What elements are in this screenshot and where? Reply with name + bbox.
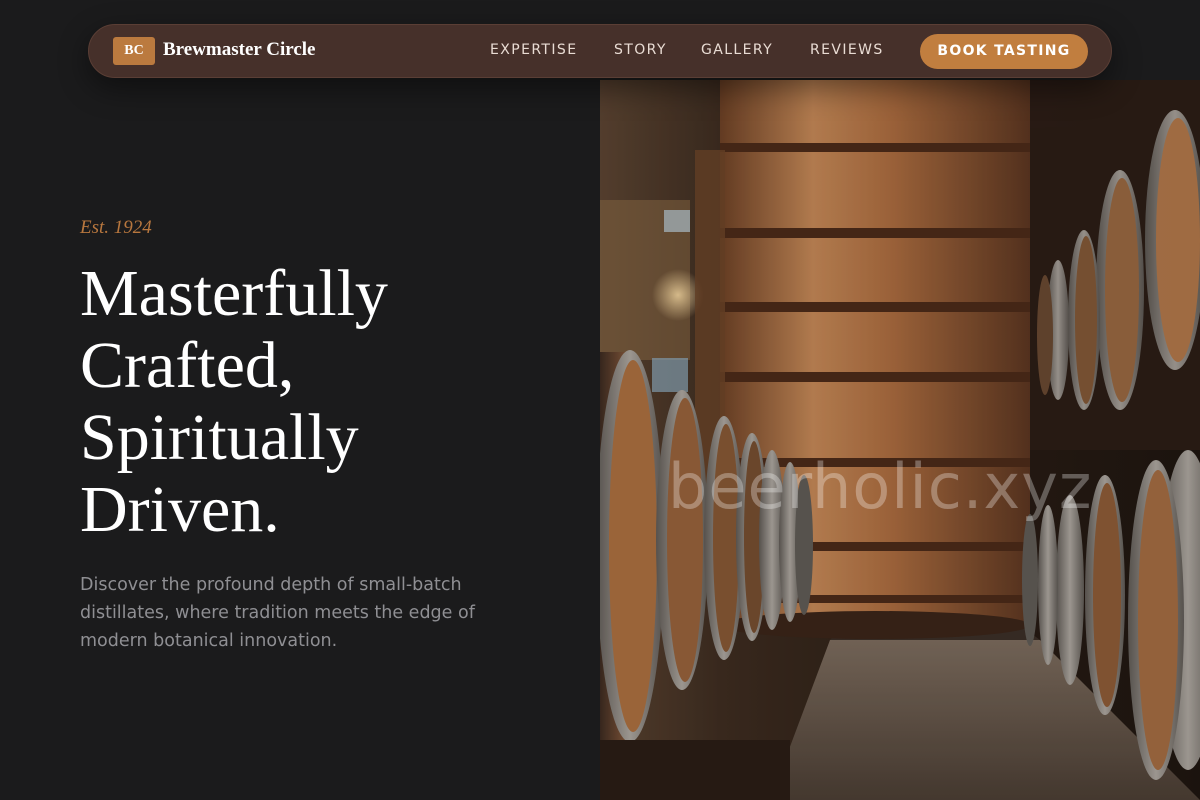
book-tasting-button[interactable]: BOOK TASTING: [920, 34, 1088, 69]
hero-description: Discover the profound depth of small-bat…: [80, 575, 475, 651]
headline-line-4: Driven.: [80, 473, 280, 546]
nav-link-reviews[interactable]: REVIEWS: [810, 42, 884, 58]
watermark-text: beerholic.xyz: [668, 450, 1093, 523]
main-navbar: BC Brewmaster Circle EXPERTISE STORY GAL…: [88, 24, 1112, 78]
hero-text-section: Est. 1924 Masterfully Crafted, Spiritual…: [0, 0, 600, 800]
headline-line-3: Spiritually: [80, 401, 359, 474]
hero-headline: Masterfully Crafted, Spiritually Driven.: [80, 258, 560, 546]
headline-line-2: Crafted,: [80, 329, 295, 402]
nav-link-gallery[interactable]: GALLERY: [701, 42, 773, 58]
logo-badge[interactable]: BC: [113, 37, 155, 65]
headline-line-1: Masterfully: [80, 257, 388, 330]
barrel-cellar-image: [600, 80, 1200, 800]
nav-link-expertise[interactable]: EXPERTISE: [490, 42, 577, 58]
established-tagline: Est. 1924: [80, 217, 152, 238]
nav-link-story[interactable]: STORY: [614, 42, 667, 58]
brand-name[interactable]: Brewmaster Circle: [163, 39, 315, 61]
